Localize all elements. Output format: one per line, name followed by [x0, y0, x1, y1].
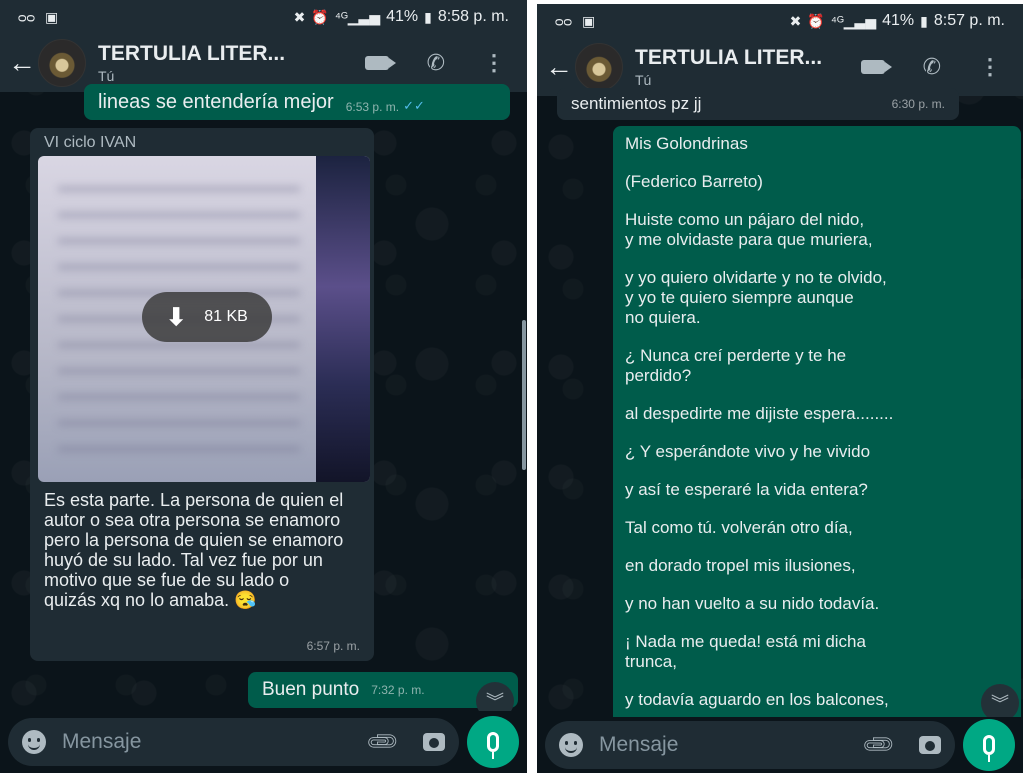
- battery-percent: 41%: [882, 12, 915, 29]
- message-bubble-incoming[interactable]: sentimientos pz jj 6:30 p. m.: [557, 88, 959, 120]
- alarm-icon: ⏰: [311, 8, 329, 25]
- chat-subtitle: Tú: [635, 72, 652, 88]
- image-notification-icon: ▣: [45, 8, 59, 25]
- voicemail-icon: ᴑᴑ: [555, 13, 573, 29]
- chat-title-block[interactable]: TERTULIA LITER... Tú: [635, 46, 861, 88]
- poem-line: ¿ Y esperándote vivo y he vivido: [625, 442, 871, 461]
- clock: 8:58 p. m.: [437, 8, 509, 25]
- download-size: 81 KB: [204, 308, 248, 325]
- video-call-icon[interactable]: [860, 60, 892, 74]
- mute-icon: ✖: [789, 12, 802, 29]
- poem-text: Mis Golondrinas (Federico Barreto) Huiste …: [625, 134, 1009, 710]
- poem-line: y no han vuelto a su nido todavía.: [625, 594, 880, 613]
- battery-icon: ▮: [424, 8, 432, 25]
- poem-line: al despedirte me dijiste espera........: [625, 404, 894, 423]
- battery-icon: ▮: [920, 12, 928, 29]
- message-input[interactable]: Mensaje 📎︎: [8, 718, 459, 766]
- message-time: 6:57 p. m.: [306, 639, 360, 653]
- microphone-icon: [487, 732, 499, 759]
- voice-call-icon[interactable]: ✆: [923, 54, 941, 80]
- poem-line: y yo quiero olvidarte y no te olvido, y …: [625, 268, 887, 327]
- voice-message-button[interactable]: [963, 719, 1015, 771]
- poem-line: ¿ Nunca creí perderte y te he perdido?: [625, 346, 847, 385]
- message-composer: Mensaje 📎︎: [537, 717, 1023, 773]
- left-chat-screen: ᴑᴑ ▣ ✖ ⏰ ⁴ᴳ▁▃▅ 41% ▮ 8:58 p. m. ← TERTUL…: [0, 0, 527, 773]
- chat-title: TERTULIA LITER...: [635, 46, 823, 69]
- poem-line: Huiste como un pájaro del nido, y me olv…: [625, 210, 873, 249]
- video-call-icon[interactable]: [364, 56, 396, 70]
- menu-dots-icon[interactable]: ⋮: [483, 50, 505, 76]
- signal-icon: ⁴ᴳ▁▃▅: [334, 8, 381, 25]
- poem-line: y así te esperaré la vida entera?: [625, 480, 868, 499]
- message-time: 6:53 p. m.: [345, 100, 400, 114]
- emoji-icon[interactable]: [559, 733, 583, 757]
- sender-name: VI ciclo IVAN: [44, 134, 137, 151]
- chat-title-block[interactable]: TERTULIA LITER... Tú: [98, 42, 365, 84]
- message-placeholder: Mensaje: [599, 733, 679, 756]
- attach-icon[interactable]: 📎︎: [364, 723, 402, 761]
- battery-percent: 41%: [386, 8, 419, 25]
- chat-title: TERTULIA LITER...: [98, 42, 286, 65]
- image-notification-icon: ▣: [582, 12, 596, 29]
- clock: 8:57 p. m.: [933, 12, 1005, 29]
- message-bubble-outgoing[interactable]: lineas se entendería mejor 6:53 p. m. ✓✓: [84, 84, 510, 120]
- poem-line: ¡ Nada me queda! está mi dicha trunca,: [625, 632, 866, 671]
- group-avatar[interactable]: [575, 43, 623, 91]
- voice-call-icon[interactable]: ✆: [427, 50, 445, 76]
- message-text: Buen punto: [262, 679, 360, 700]
- back-arrow-icon[interactable]: ←: [545, 51, 575, 83]
- poem-line: en dorado tropel mis ilusiones,: [625, 556, 856, 575]
- poem-message-bubble[interactable]: Mis Golondrinas (Federico Barreto) Huiste …: [613, 126, 1021, 726]
- status-bar: ᴑᴑ ▣ ✖ ⏰ ⁴ᴳ▁▃▅ 41% ▮ 8:58 p. m.: [0, 0, 527, 34]
- chat-subtitle: Tú: [98, 68, 115, 84]
- poem-line: (Federico Barreto): [625, 172, 763, 191]
- message-placeholder: Mensaje: [62, 730, 142, 753]
- blurred-image-preview[interactable]: ⬇ 81 KB: [38, 156, 370, 482]
- download-arrow-icon: ⬇: [166, 303, 187, 331]
- voice-message-button[interactable]: [467, 716, 519, 768]
- message-input[interactable]: Mensaje 📎︎: [545, 721, 955, 769]
- message-composer: Mensaje 📎︎: [0, 711, 527, 773]
- status-bar: ᴑᴑ ▣ ✖ ⏰ ⁴ᴳ▁▃▅ 41% ▮ 8:57 p. m.: [537, 4, 1023, 38]
- back-arrow-icon[interactable]: ←: [8, 47, 38, 79]
- attach-icon[interactable]: 📎︎: [860, 726, 898, 764]
- voicemail-icon: ᴑᴑ: [18, 9, 36, 25]
- message-text: sentimientos pz jj: [571, 94, 702, 113]
- chevron-double-down-icon: ︾: [991, 694, 1009, 714]
- download-button[interactable]: ⬇ 81 KB: [142, 292, 272, 342]
- right-chat-screen: ᴑᴑ ▣ ✖ ⏰ ⁴ᴳ▁▃▅ 41% ▮ 8:57 p. m. ← TERTUL…: [537, 4, 1023, 773]
- menu-dots-icon[interactable]: ⋮: [979, 54, 1001, 80]
- signal-icon: ⁴ᴳ▁▃▅: [830, 12, 877, 29]
- camera-icon[interactable]: [919, 736, 941, 754]
- message-text: lineas se entendería mejor: [98, 91, 334, 113]
- alarm-icon: ⏰: [807, 12, 825, 29]
- emoji-icon[interactable]: [22, 730, 46, 754]
- message-time: 6:30 p. m.: [891, 97, 945, 111]
- scrollbar-handle[interactable]: [522, 320, 526, 470]
- mute-icon: ✖: [293, 8, 306, 25]
- media-caption: Es esta parte. La persona de quien el au…: [44, 490, 344, 610]
- media-message-bubble[interactable]: VI ciclo IVAN ⬇ 81 KB Es esta parte. La …: [30, 128, 374, 661]
- read-ticks-icon: ✓✓: [403, 98, 425, 113]
- microphone-icon: [983, 735, 995, 762]
- camera-icon[interactable]: [423, 733, 445, 751]
- poem-line: Mis Golondrinas: [625, 134, 748, 153]
- poem-line: y todavía aguardo en los balcones,: [625, 690, 889, 709]
- group-avatar[interactable]: [38, 39, 86, 87]
- message-time: 7:32 p. m.: [371, 683, 425, 697]
- poem-line: Tal como tú. volverán otro día,: [625, 518, 853, 537]
